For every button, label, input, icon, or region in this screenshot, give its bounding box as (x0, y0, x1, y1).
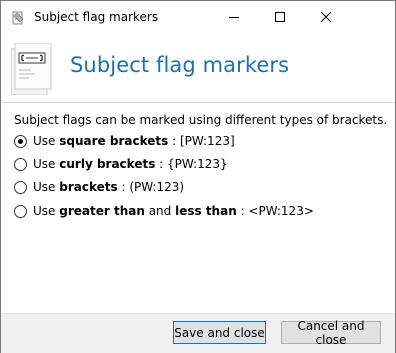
option-prefix: Use (33, 157, 56, 171)
app-icon (11, 11, 25, 25)
option-curly-brackets[interactable]: Use curly brackets : {PW:123} (14, 156, 228, 172)
close-icon (321, 12, 331, 22)
option-brackets[interactable]: Use brackets : (PW:123) (14, 179, 184, 195)
option-prefix: Use (33, 204, 56, 218)
header-divider (1, 102, 395, 103)
page-title: Subject flag markers (70, 53, 290, 77)
option-bold-label: curly brackets (59, 157, 156, 171)
radio-square-brackets[interactable] (14, 134, 27, 148)
description-text: Subject flags can be marked using differ… (14, 113, 388, 127)
dialog-header: Subject flag markers (1, 33, 395, 103)
option-suffix: : [PW:123] (168, 134, 235, 148)
save-and-close-button[interactable]: Save and close (173, 321, 266, 344)
option-bold-label-2: less than (175, 204, 237, 218)
option-suffix: : <PW:123> (236, 204, 314, 218)
close-button[interactable] (303, 1, 349, 33)
option-prefix: Use (33, 134, 56, 148)
maximize-button[interactable] (257, 1, 303, 33)
option-angle-brackets[interactable]: Use greater than and less than : <PW:123… (14, 203, 314, 219)
window-title: Subject flag markers (34, 10, 159, 24)
minimize-button[interactable] (211, 1, 257, 33)
radio-curly-brackets[interactable] (14, 157, 27, 171)
option-suffix: : {PW:123} (155, 157, 228, 171)
dialog-footer: Save and close Cancel and close (1, 313, 395, 353)
option-bold-label: brackets (59, 180, 118, 194)
title-bar[interactable]: Subject flag markers (1, 1, 395, 33)
option-square-brackets[interactable]: Use square brackets : [PW:123] (14, 133, 235, 149)
option-suffix: : (PW:123) (117, 180, 185, 194)
option-bold-label: greater than (59, 204, 145, 218)
option-mid: and (144, 204, 176, 218)
minimize-icon (229, 12, 239, 22)
dialog-window: Subject flag markers Subject flag marker… (0, 0, 396, 353)
radio-brackets[interactable] (14, 180, 27, 194)
option-bold-label: square brackets (59, 134, 169, 148)
radio-angle-brackets[interactable] (14, 204, 27, 218)
option-prefix: Use (33, 180, 56, 194)
cancel-and-close-button[interactable]: Cancel and close (281, 319, 381, 347)
maximize-icon (275, 12, 285, 22)
document-tag-icon (10, 42, 55, 96)
